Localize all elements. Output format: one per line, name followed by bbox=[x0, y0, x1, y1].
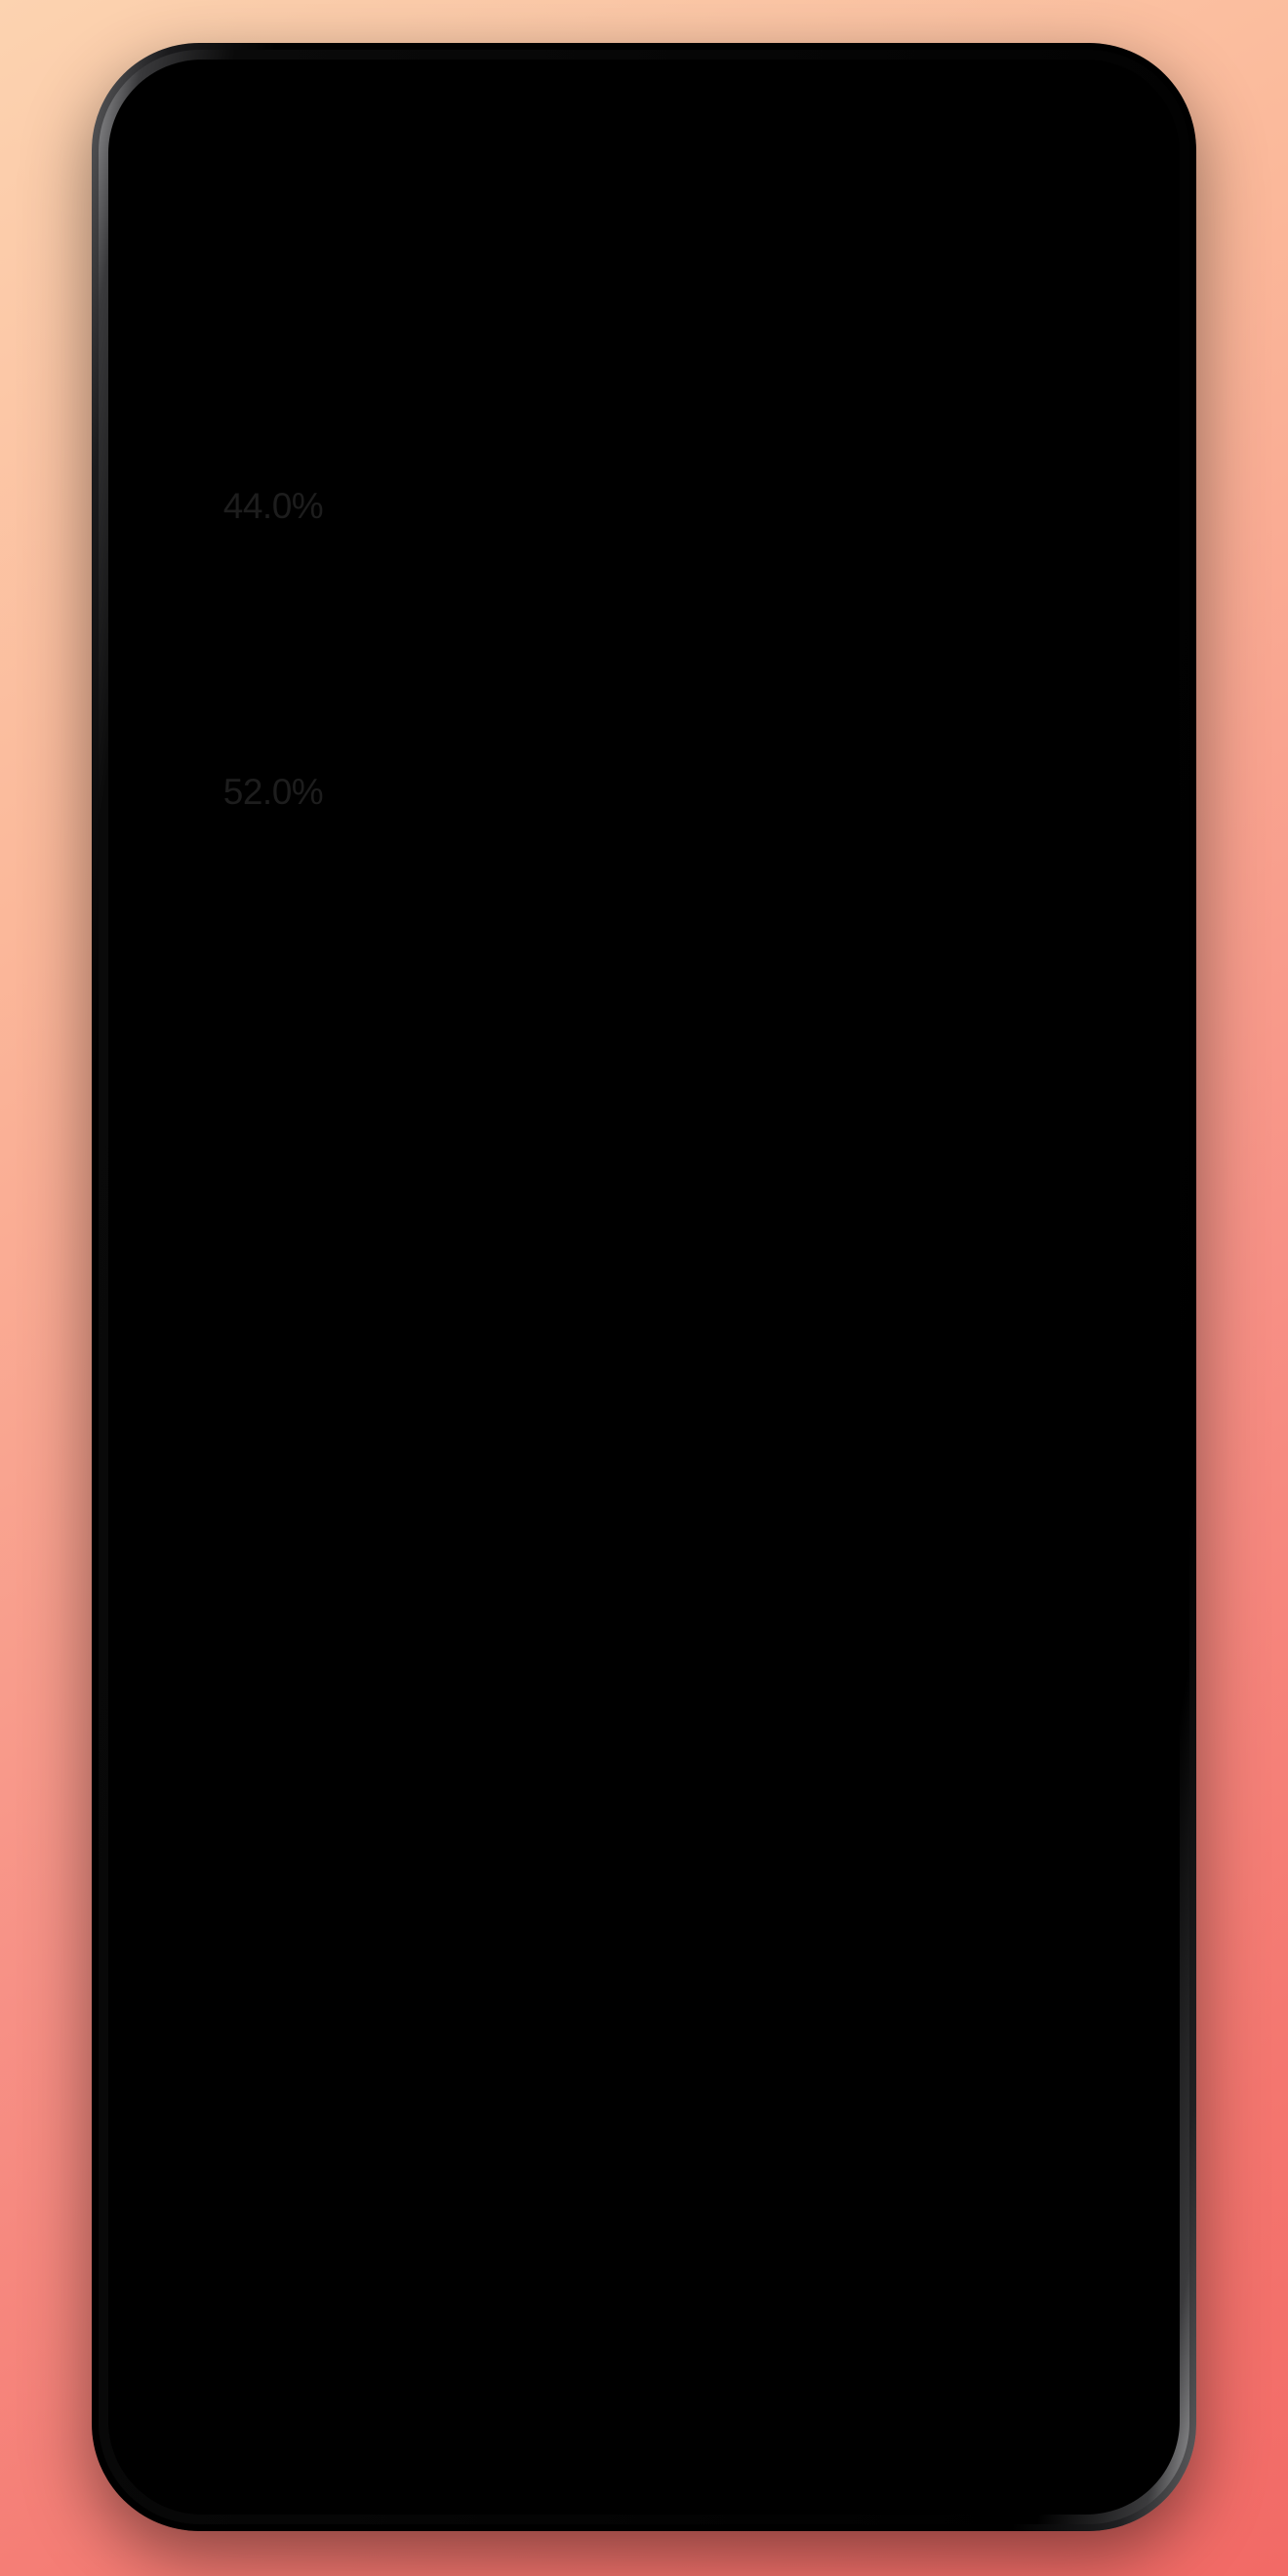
battery-full-icon bbox=[1119, 198, 1137, 228]
volume-button[interactable] bbox=[1172, 357, 1175, 513]
internal-storage-card[interactable]: 52.0% Internal Storage Used: 119,4 GB Fr… bbox=[141, 664, 1147, 919]
home-icon bbox=[624, 2244, 663, 2281]
internal-storage-free: Free: 109,7 GB bbox=[414, 800, 638, 837]
image-icon bbox=[261, 202, 284, 225]
ram-usage-total: Total: 11,1 GB bbox=[414, 566, 620, 603]
back-button[interactable] bbox=[920, 2215, 1076, 2311]
ram-usage-free: Free: 6,1 GB bbox=[414, 514, 602, 551]
internal-storage-used: Used: 119,4 GB bbox=[414, 748, 645, 785]
status-bar: 21:22 4.5G ↓↑ %100 bbox=[113, 174, 1175, 254]
page-title: Storage bbox=[246, 281, 401, 327]
content-area: 44.0% RAM Usage Used: 5 GB Free: 6,1 GB … bbox=[113, 355, 1175, 919]
ram-usage-percent-label: 44.0% bbox=[222, 485, 324, 526]
ram-usage-card[interactable]: 44.0% RAM Usage Used: 5 GB Free: 6,1 GB … bbox=[141, 379, 1147, 633]
alarm-clock-icon bbox=[881, 201, 906, 226]
earpiece-speaker bbox=[536, 94, 752, 117]
status-clock: 21:22 bbox=[148, 194, 237, 232]
network-type-label: 4.5G bbox=[921, 195, 958, 215]
power-button[interactable] bbox=[1172, 572, 1175, 796]
hamburger-menu-icon[interactable] bbox=[148, 282, 203, 327]
internal-storage-donut-chart: 52.0% bbox=[176, 694, 371, 890]
ram-usage-title: RAM Usage bbox=[414, 408, 608, 448]
ram-usage-used: Used: 5 GB bbox=[414, 463, 584, 500]
back-chevron-icon bbox=[984, 2244, 1021, 2281]
front-camera-secondary-icon bbox=[269, 135, 302, 172]
front-camera-main-icon bbox=[353, 125, 402, 180]
internal-storage-percent-label: 52.0% bbox=[222, 771, 324, 812]
bottom-speaker bbox=[536, 2461, 752, 2482]
network-type-indicator: 4.5G ↓↑ bbox=[922, 197, 958, 231]
ram-usage-details: RAM Usage Used: 5 GB Free: 6,1 GB Total:… bbox=[414, 408, 619, 604]
battery-percent-label: %100 bbox=[1013, 194, 1103, 232]
phone-bezel: 21:22 4.5G ↓↑ %100 Storage 44.0% RAM Usa… bbox=[113, 64, 1175, 2510]
internal-storage-total: Total: 229,1 GB bbox=[414, 852, 640, 889]
ram-usage-donut-chart: 44.0% bbox=[176, 408, 371, 604]
recents-button[interactable] bbox=[212, 2215, 368, 2311]
recents-icon bbox=[272, 2244, 308, 2281]
phone-device-frame: 21:22 4.5G ↓↑ %100 Storage 44.0% RAM Usa… bbox=[92, 43, 1196, 2531]
system-navigation-bar bbox=[113, 2215, 1175, 2311]
app-bar: Storage bbox=[113, 254, 1175, 355]
signal-bars-icon bbox=[971, 201, 1000, 226]
internal-storage-title: Internal Storage bbox=[414, 694, 678, 734]
status-bar-left: 21:22 bbox=[148, 194, 287, 233]
network-traffic-arrows-icon: ↓↑ bbox=[932, 213, 948, 232]
overflow-menu-icon[interactable] bbox=[1093, 275, 1140, 334]
status-bar-right: 4.5G ↓↑ %100 bbox=[879, 194, 1140, 233]
home-button[interactable] bbox=[566, 2215, 722, 2311]
internal-storage-details: Internal Storage Used: 119,4 GB Free: 10… bbox=[414, 694, 678, 890]
phone-screen: 21:22 4.5G ↓↑ %100 Storage 44.0% RAM Usa… bbox=[113, 174, 1175, 2311]
